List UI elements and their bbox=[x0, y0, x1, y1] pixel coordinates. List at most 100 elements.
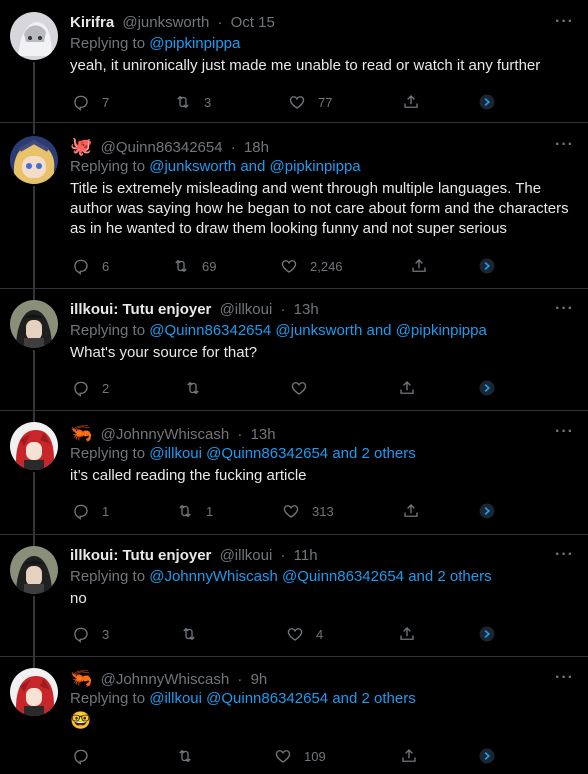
retweet-button[interactable] bbox=[176, 746, 206, 766]
display-name[interactable]: illkoui: Tutu enjoyer bbox=[70, 301, 211, 318]
like-button[interactable]: 109 bbox=[274, 746, 326, 766]
tweet-header: 🦐 @JohnnyWhiscash · 13h bbox=[70, 423, 574, 443]
mention-link[interactable]: @pipkinpippa bbox=[396, 322, 487, 339]
separator-dot: · bbox=[217, 14, 223, 31]
mention-link[interactable]: @Quinn86342654 bbox=[206, 690, 328, 707]
like-button[interactable]: 4 bbox=[286, 624, 323, 644]
reply-button[interactable]: 1 bbox=[72, 501, 109, 521]
avatar[interactable] bbox=[10, 422, 58, 470]
user-handle[interactable]: @Quinn86342654 bbox=[101, 139, 223, 156]
tweet[interactable]: ··· 🦐 @JohnnyWhiscash · 13h Replying to … bbox=[0, 410, 588, 535]
share-button[interactable] bbox=[398, 624, 416, 644]
analytics-button[interactable] bbox=[478, 624, 496, 644]
display-name[interactable]: illkoui: Tutu enjoyer bbox=[70, 547, 211, 564]
timestamp[interactable]: 11h bbox=[294, 547, 318, 564]
mention-link[interactable]: @pipkinpippa bbox=[270, 158, 361, 175]
mention-link[interactable]: @Quinn86342654 bbox=[149, 322, 271, 339]
like-count: 77 bbox=[318, 94, 333, 110]
mention-link[interactable]: @Quinn86342654 bbox=[282, 568, 404, 585]
replying-to: Replying to @JohnnyWhiscash @Quinn863426… bbox=[70, 567, 574, 587]
analytics-button[interactable] bbox=[478, 501, 496, 521]
timestamp[interactable]: 13h bbox=[294, 301, 319, 318]
user-handle[interactable]: @illkoui bbox=[220, 301, 273, 318]
like-button[interactable]: 2,246 bbox=[280, 256, 343, 276]
tweet[interactable]: ··· 🦐 @JohnnyWhiscash · 9h Replying to @… bbox=[0, 656, 588, 774]
reply-button[interactable]: 2 bbox=[72, 378, 109, 398]
share-button[interactable] bbox=[410, 256, 428, 276]
mention-link[interactable]: @junksworth bbox=[149, 158, 236, 175]
retweet-icon bbox=[179, 749, 191, 763]
share-button[interactable] bbox=[402, 92, 420, 112]
reply-count: 3 bbox=[102, 626, 110, 642]
mention-more-link[interactable]: and 2 others bbox=[332, 690, 415, 707]
reply-count: 7 bbox=[102, 94, 110, 110]
like-button[interactable]: 77 bbox=[288, 92, 332, 112]
retweet-icon bbox=[187, 381, 199, 395]
reply-button[interactable]: 3 bbox=[72, 624, 109, 644]
share-button[interactable] bbox=[398, 378, 416, 398]
share-icon bbox=[402, 749, 416, 762]
timestamp[interactable]: 18h bbox=[244, 139, 269, 156]
mention-link[interactable]: @illkoui bbox=[149, 445, 202, 462]
avatar[interactable] bbox=[10, 136, 58, 184]
user-handle[interactable]: @JohnnyWhiscash bbox=[101, 671, 230, 688]
replying-to-label: Replying to bbox=[70, 35, 146, 52]
like-icon bbox=[283, 505, 299, 518]
avatar[interactable] bbox=[10, 668, 58, 716]
display-name[interactable]: 🐙 bbox=[70, 136, 92, 156]
tweet-header: Kirifra @junksworth · Oct 15 bbox=[70, 13, 574, 33]
display-name[interactable]: 🦐 bbox=[70, 423, 92, 443]
retweet-icon bbox=[175, 259, 187, 273]
tweet[interactable]: ··· Kirifra @junksworth · Oct 15 Replyin… bbox=[0, 0, 588, 123]
mention-link[interactable]: @JohnnyWhiscash bbox=[149, 568, 278, 585]
user-handle[interactable]: @junksworth bbox=[122, 14, 209, 31]
tweet-header: 🐙 @Quinn86342654 · 18h bbox=[70, 136, 574, 156]
share-button[interactable] bbox=[400, 746, 418, 766]
reply-button[interactable] bbox=[72, 746, 102, 766]
retweet-button[interactable]: 3 bbox=[174, 92, 211, 112]
tweet-header: 🦐 @JohnnyWhiscash · 9h bbox=[70, 668, 574, 688]
retweet-button[interactable]: 69 bbox=[172, 256, 216, 276]
mention-link[interactable]: @Quinn86342654 bbox=[206, 445, 328, 462]
replying-to: Replying to @Quinn86342654 @junksworth a… bbox=[70, 321, 574, 341]
mention-link[interactable]: @junksworth bbox=[275, 322, 362, 339]
replying-to-label: Replying to bbox=[70, 445, 146, 462]
analytics-button[interactable] bbox=[478, 92, 496, 112]
mention-link[interactable]: @illkoui bbox=[149, 690, 202, 707]
like-button[interactable] bbox=[290, 378, 320, 398]
reply-button[interactable]: 6 bbox=[72, 256, 109, 276]
retweet-button[interactable] bbox=[180, 624, 210, 644]
tweet[interactable]: ··· 🐙 @Quinn86342654 · 18h Replying to @… bbox=[0, 122, 588, 289]
display-name[interactable]: 🦐 bbox=[70, 668, 92, 688]
reply-button[interactable]: 7 bbox=[72, 92, 109, 112]
timestamp[interactable]: 13h bbox=[251, 426, 276, 443]
share-button[interactable] bbox=[402, 501, 420, 521]
tweet[interactable]: ··· illkoui: Tutu enjoyer @illkoui · 11h… bbox=[0, 534, 588, 657]
like-count: 109 bbox=[304, 748, 326, 764]
reply-count: 6 bbox=[102, 258, 110, 274]
like-button[interactable]: 313 bbox=[282, 501, 334, 521]
analytics-button[interactable] bbox=[478, 378, 496, 398]
user-handle[interactable]: @JohnnyWhiscash bbox=[101, 426, 230, 443]
analytics-button[interactable] bbox=[478, 746, 496, 766]
thread-line bbox=[33, 410, 35, 422]
retweet-button[interactable] bbox=[184, 378, 214, 398]
mention-more-link[interactable]: and 2 others bbox=[332, 445, 415, 462]
replying-to-label: Replying to bbox=[70, 690, 146, 707]
analytics-button[interactable] bbox=[478, 256, 496, 276]
user-handle[interactable]: @illkoui bbox=[220, 547, 273, 564]
tweet-header: illkoui: Tutu enjoyer @illkoui · 13h bbox=[70, 300, 574, 320]
analytics-icon bbox=[479, 503, 495, 519]
avatar[interactable] bbox=[10, 300, 58, 348]
tweet[interactable]: ··· illkoui: Tutu enjoyer @illkoui · 13h… bbox=[0, 288, 588, 411]
mention-link[interactable]: @pipkinpippa bbox=[149, 35, 240, 52]
mention-more-link[interactable]: and 2 others bbox=[408, 568, 491, 585]
timestamp[interactable]: 9h bbox=[251, 671, 268, 688]
avatar[interactable] bbox=[10, 12, 58, 60]
display-name[interactable]: Kirifra bbox=[70, 14, 114, 31]
avatar[interactable] bbox=[10, 546, 58, 594]
retweet-button[interactable]: 1 bbox=[176, 501, 213, 521]
timestamp[interactable]: Oct 15 bbox=[231, 14, 275, 31]
analytics-icon bbox=[479, 748, 495, 764]
tweet-actions: 1 1 313 bbox=[72, 501, 574, 521]
